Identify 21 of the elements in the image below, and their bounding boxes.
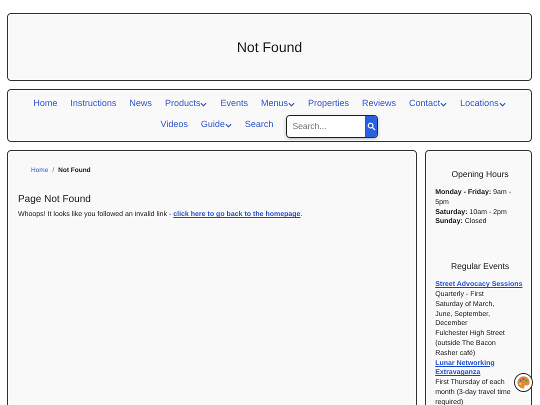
search-field[interactable]: Search...: [286, 114, 378, 138]
nav-link[interactable]: Search: [244, 114, 274, 132]
nav-link[interactable]: Reviews: [362, 94, 396, 112]
page-heading: Page Not Found: [18, 194, 92, 205]
section-title: Opening Hours: [450, 169, 510, 179]
nav-link[interactable]: Locations: [460, 94, 506, 112]
search-button[interactable]: [365, 116, 378, 136]
nav-link[interactable]: Events: [220, 94, 248, 112]
page-title: Not Found: [236, 39, 302, 55]
nav-link[interactable]: Home: [33, 94, 58, 112]
search-icon: [366, 122, 376, 130]
nav-link[interactable]: Guide: [200, 114, 232, 132]
nav-link[interactable]: Instructions: [70, 94, 116, 112]
nav-link[interactable]: News: [129, 94, 152, 112]
nav-link[interactable]: Menus: [260, 94, 295, 112]
palette-icon: [516, 375, 531, 390]
section-title: Regular Events: [450, 261, 510, 272]
nav-link[interactable]: Contact: [409, 94, 448, 112]
nav-link[interactable]: Properties: [308, 94, 350, 112]
nav-link[interactable]: Videos: [160, 114, 188, 132]
nav-link[interactable]: Products: [164, 94, 208, 112]
